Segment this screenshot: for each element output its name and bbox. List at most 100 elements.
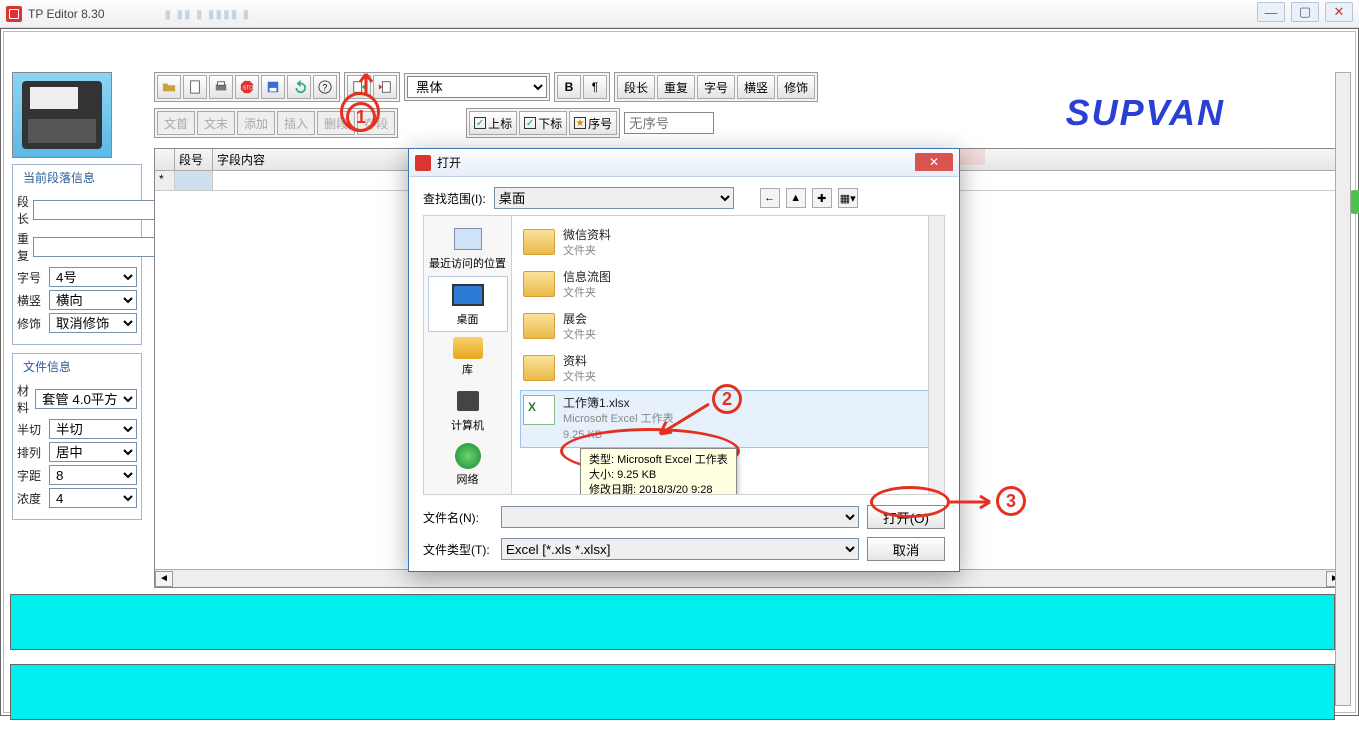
main-vscroll[interactable] xyxy=(1335,72,1351,706)
folder-icon xyxy=(523,355,555,381)
cell-segno[interactable] xyxy=(175,171,213,191)
toolbar-primary: STOP ? 黑体 B ¶ 段长 重复 字号 横竖 修饰 xyxy=(154,72,1345,102)
label-spacing: 字距 xyxy=(17,467,45,484)
nav-newfolder-icon[interactable]: ✚ xyxy=(812,188,832,208)
seq-toggle[interactable]: ★序号 xyxy=(569,111,617,135)
folder-icon xyxy=(523,229,555,255)
tb-repeat[interactable]: 重复 xyxy=(657,75,695,99)
pilcrow-button[interactable]: ¶ xyxy=(583,75,607,99)
dialog-app-icon xyxy=(415,155,431,171)
label-material: 材料 xyxy=(17,382,31,416)
place-network[interactable]: 网络 xyxy=(428,438,508,492)
dialog-cancel-button[interactable]: 取消 xyxy=(867,537,945,561)
undo-icon[interactable] xyxy=(287,75,311,99)
place-desktop[interactable]: 桌面 xyxy=(428,276,508,332)
nav-back-icon[interactable]: ← xyxy=(760,188,780,208)
filelist-vscroll[interactable] xyxy=(928,216,944,494)
window-titlebar: TP Editor 8.30 ▮ ▮▮ ▮ ▮▮▮▮ ▮ — ▢ ✕ xyxy=(0,0,1359,28)
lookin-label: 查找范围(I): xyxy=(423,190,486,207)
app-frame: SUPVAN 当前段落信息 段长 重复 字号4号 横竖横向 修饰取消修饰 文件信… xyxy=(0,28,1359,716)
select-fontsize[interactable]: 4号 xyxy=(49,267,137,287)
titlebar-faded-tabs: ▮ ▮▮ ▮ ▮▮▮▮ ▮ xyxy=(165,7,251,21)
select-density[interactable]: 4 xyxy=(49,488,137,508)
tb-orient[interactable]: 横竖 xyxy=(737,75,775,99)
lookin-select[interactable]: 桌面 xyxy=(494,187,734,209)
tb-seglen[interactable]: 段长 xyxy=(617,75,655,99)
export-icon[interactable] xyxy=(373,75,397,99)
col-segno[interactable]: 段号 xyxy=(175,149,213,170)
stop-icon[interactable]: STOP xyxy=(235,75,259,99)
tb-fontsize[interactable]: 字号 xyxy=(697,75,735,99)
xlsx-icon xyxy=(523,395,555,425)
select-orient[interactable]: 横向 xyxy=(49,290,137,310)
device-preview xyxy=(12,72,112,158)
print-icon[interactable] xyxy=(209,75,233,99)
svg-text:?: ? xyxy=(322,83,327,93)
label-density: 浓度 xyxy=(17,490,45,507)
sub-label: 下标 xyxy=(538,115,562,132)
filetype-combo[interactable]: Excel [*.xls *.xlsx] xyxy=(501,538,859,560)
label-decor: 修饰 xyxy=(17,315,45,332)
file-item-xlsx[interactable]: 工作簿1.xlsxMicrosoft Excel 工作表9.25 KB xyxy=(520,390,936,448)
file-info-group: 文件信息 材料套管 4.0平方 半切半切 排列居中 字距8 浓度4 xyxy=(12,353,142,520)
file-item-folder[interactable]: 信息流图文件夹 xyxy=(520,264,936,306)
select-spacing[interactable]: 8 xyxy=(49,465,137,485)
paragraph-info-group: 当前段落信息 段长 重复 字号4号 横竖横向 修饰取消修饰 xyxy=(12,164,142,345)
scroll-left-icon[interactable]: ◄ xyxy=(155,571,173,587)
filename-combo[interactable] xyxy=(501,506,859,528)
save-icon[interactable] xyxy=(261,75,285,99)
svg-text:STOP: STOP xyxy=(243,86,254,92)
select-decor[interactable]: 取消修饰 xyxy=(49,313,137,333)
minimize-button[interactable]: — xyxy=(1257,2,1285,22)
place-library[interactable]: 库 xyxy=(428,332,508,382)
new-icon[interactable] xyxy=(183,75,207,99)
bold-button[interactable]: B xyxy=(557,75,581,99)
place-recent[interactable]: 最近访问的位置 xyxy=(428,220,508,276)
sub-toggle[interactable]: ✓下标 xyxy=(519,111,567,135)
font-select[interactable]: 黑体 xyxy=(407,76,547,98)
file-list[interactable]: 微信资料文件夹 信息流图文件夹 展会文件夹 资料文件夹 工作簿1.xlsxMic… xyxy=(512,216,944,494)
seq-label: 序号 xyxy=(588,115,612,132)
open-icon[interactable] xyxy=(157,75,181,99)
label-seglen: 段长 xyxy=(17,193,29,227)
tb-decor[interactable]: 修饰 xyxy=(777,75,815,99)
dialog-open-button[interactable]: 打开(O) xyxy=(867,505,945,529)
nav-viewmenu-icon[interactable]: ▦▾ xyxy=(838,188,858,208)
tb-insert[interactable]: 插入 xyxy=(277,111,315,135)
nav-up-icon[interactable]: ▲ xyxy=(786,188,806,208)
place-computer[interactable]: 计算机 xyxy=(428,382,508,438)
places-bar: 最近访问的位置 桌面 库 计算机 网络 xyxy=(424,216,512,494)
label-halfcut: 半切 xyxy=(17,421,45,438)
select-halfcut[interactable]: 半切 xyxy=(49,419,137,439)
close-button[interactable]: ✕ xyxy=(1325,2,1353,22)
seq-input[interactable] xyxy=(624,112,714,134)
help-icon[interactable]: ? xyxy=(313,75,337,99)
window-title: TP Editor 8.30 xyxy=(28,7,105,21)
maximize-button[interactable]: ▢ xyxy=(1291,2,1319,22)
app-icon xyxy=(6,6,22,22)
folder-icon xyxy=(523,271,555,297)
filetype-label: 文件类型(T): xyxy=(423,541,493,558)
sup-toggle[interactable]: ✓上标 xyxy=(469,111,517,135)
file-item-folder[interactable]: 微信资料文件夹 xyxy=(520,222,936,264)
select-material[interactable]: 套管 4.0平方 xyxy=(35,389,137,409)
tb-head[interactable]: 文首 xyxy=(157,111,195,135)
select-align[interactable]: 居中 xyxy=(49,442,137,462)
dialog-titlebar[interactable]: 打开 ✕ xyxy=(409,149,959,177)
tb-saveseg[interactable]: 存段 xyxy=(357,111,395,135)
dialog-close-button[interactable]: ✕ xyxy=(915,153,953,171)
file-item-folder[interactable]: 展会文件夹 xyxy=(520,306,936,348)
open-dialog: 打开 ✕ 查找范围(I): 桌面 ← ▲ ✚ ▦▾ 最近访问的位置 桌面 库 计 xyxy=(408,148,960,572)
label-repeat: 重复 xyxy=(17,230,29,264)
file-tooltip: 类型: Microsoft Excel 工作表 大小: 9.25 KB 修改日期… xyxy=(580,448,737,494)
filename-label: 文件名(N): xyxy=(423,509,493,526)
group-title: 当前段落信息 xyxy=(21,169,97,186)
label-align: 排列 xyxy=(17,444,45,461)
import-icon[interactable] xyxy=(347,75,371,99)
preview-area xyxy=(10,594,1335,734)
tb-add[interactable]: 添加 xyxy=(237,111,275,135)
tb-tail[interactable]: 文末 xyxy=(197,111,235,135)
row-star: * xyxy=(155,171,175,191)
tb-delseg[interactable]: 删段 xyxy=(317,111,355,135)
file-item-folder[interactable]: 资料文件夹 xyxy=(520,348,936,390)
